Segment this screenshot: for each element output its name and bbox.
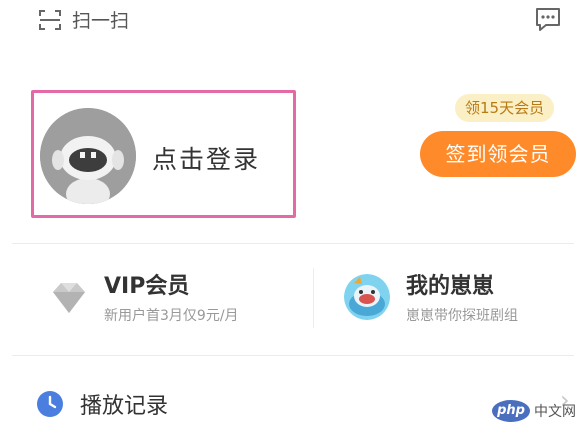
- divider: [12, 243, 574, 244]
- scan-label: 扫一扫: [72, 10, 130, 32]
- scan-button[interactable]: 扫一扫: [38, 6, 129, 33]
- robot-avatar-icon: [40, 108, 136, 204]
- member-badge: 领15天会员: [455, 94, 555, 122]
- vip-subtitle: 新用户首3月仅9元/月: [104, 308, 239, 324]
- message-icon[interactable]: [533, 4, 563, 34]
- scan-icon: [39, 9, 61, 30]
- watermark-text: 中文网: [534, 404, 576, 420]
- divider: [12, 355, 574, 356]
- history-label[interactable]: 播放记录: [80, 388, 168, 420]
- watermark-logo: php: [492, 400, 530, 422]
- huihui-subtitle: 崽崽带你探班剧组: [406, 308, 518, 324]
- watermark: php 中文网: [492, 398, 580, 424]
- mascot-icon[interactable]: [344, 274, 390, 320]
- checkin-button[interactable]: 签到领会员: [420, 131, 576, 177]
- vertical-divider: [313, 268, 314, 328]
- login-label[interactable]: 点击登录: [152, 140, 260, 176]
- huihui-title[interactable]: 我的崽崽: [406, 268, 494, 300]
- vip-title[interactable]: VIP会员: [104, 268, 189, 300]
- clock-icon: [37, 391, 63, 417]
- default-avatar[interactable]: [40, 108, 136, 204]
- top-bar: 扫一扫: [0, 0, 586, 40]
- diamond-icon: [53, 283, 85, 313]
